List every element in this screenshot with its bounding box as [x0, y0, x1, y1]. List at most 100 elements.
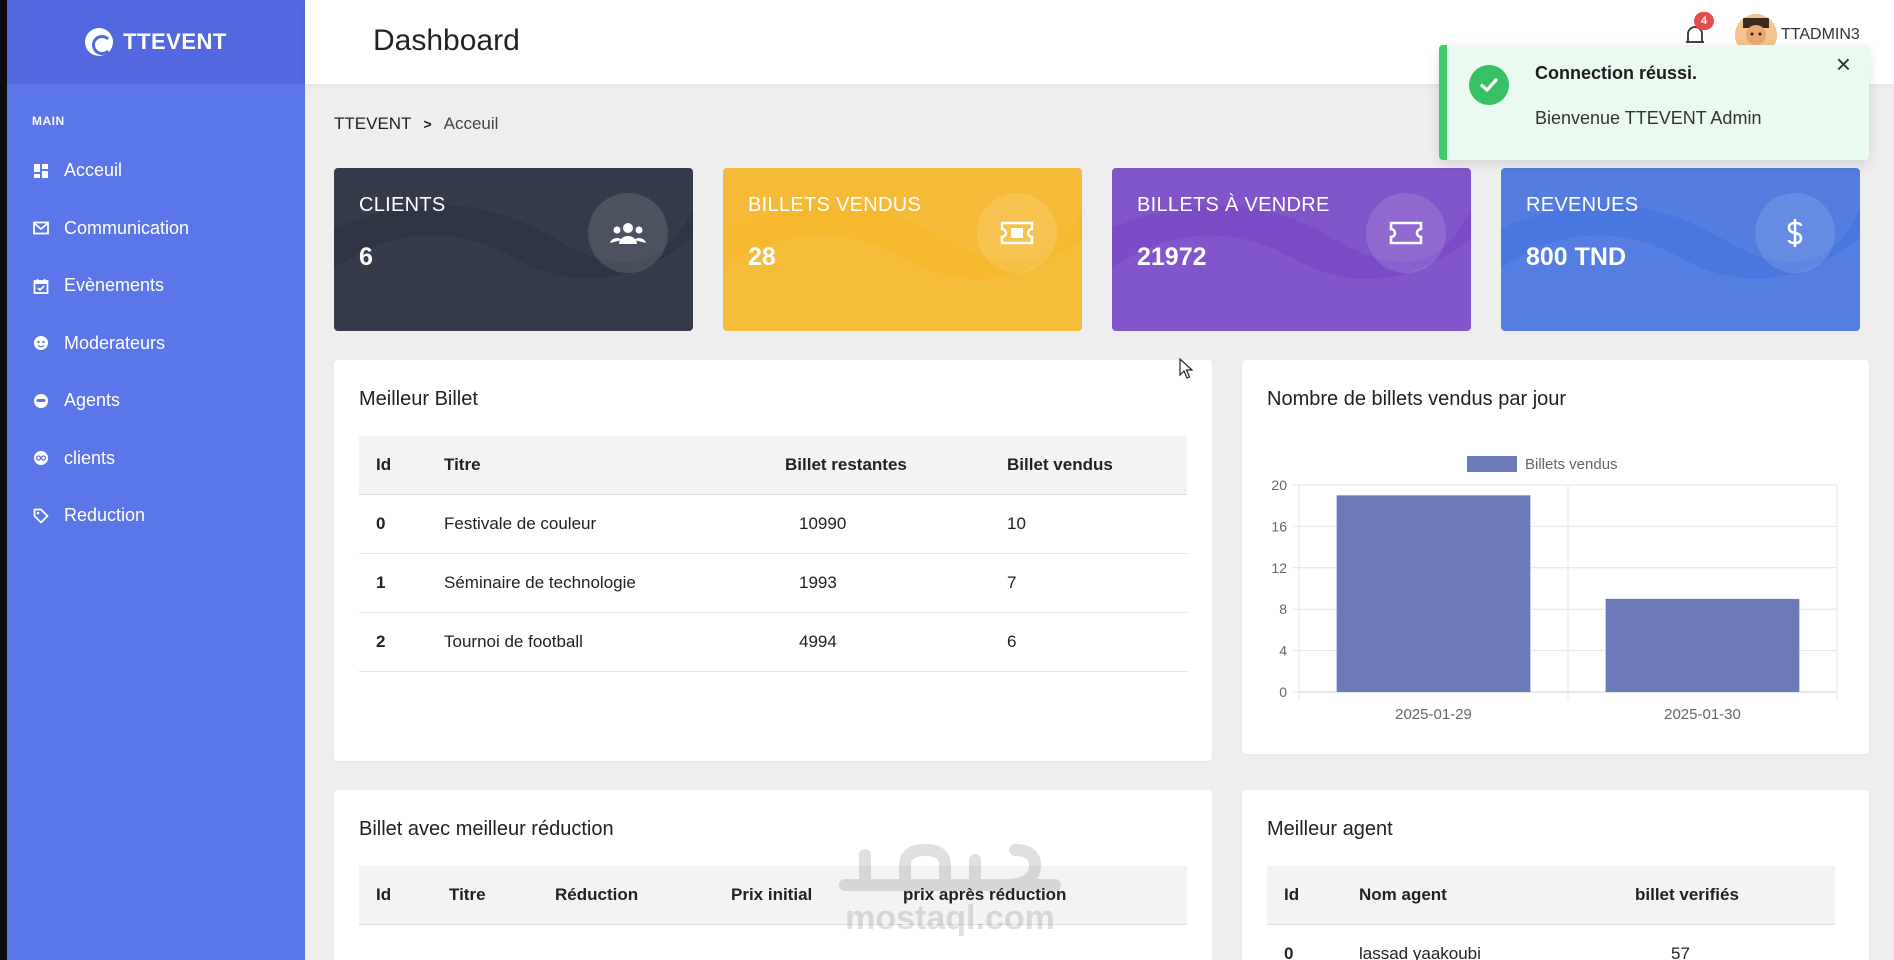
best-agent-table: Id Nom agent billet verifiés 0 lassad ya… [1267, 866, 1835, 960]
user-name[interactable]: TTADMIN3 [1781, 26, 1860, 44]
breadcrumb-current: Acceuil [443, 114, 499, 133]
y-tick-label: 4 [1279, 643, 1287, 659]
column-header[interactable]: Titre [449, 866, 555, 925]
stat-value: 6 [359, 243, 373, 271]
stat-card-billets-a-vendre[interactable]: BILLETS À VENDRE 21972 [1112, 168, 1471, 331]
panel-sales-chart: Nombre de billets vendus par jour 0 4 8 12 1… [1242, 360, 1869, 754]
column-header[interactable]: Id [359, 436, 444, 495]
users-icon [588, 193, 668, 273]
sidebar-item-label: Agents [64, 390, 121, 411]
stat-value: 800 TND [1526, 243, 1627, 271]
table-row[interactable]: 1 Séminaire de technologie 1993 7 [359, 553, 1187, 613]
calendar-icon [32, 277, 50, 295]
brand-logo-icon [85, 28, 114, 56]
agent-icon [32, 392, 50, 410]
close-icon[interactable]: × [1836, 49, 1851, 80]
sidebar-item-moderateurs[interactable]: Moderateurs [7, 315, 305, 373]
sidebar-item-acceuil[interactable]: Acceuil [7, 142, 305, 200]
panel-best-agent: Meilleur agent Id Nom agent billet verif… [1242, 790, 1869, 960]
dollar-icon [1755, 193, 1835, 273]
cell-id: 1 [359, 553, 444, 613]
page-title: Dashboard [373, 24, 520, 57]
cell-verified: 57 [1635, 924, 1835, 960]
cell-id: 0 [359, 494, 444, 554]
y-tick-label: 8 [1279, 601, 1287, 617]
x-tick-label: 2025-01-29 [1395, 706, 1472, 723]
stat-card-billets-vendus[interactable]: BILLETS VENDUS 28 [723, 168, 1082, 331]
x-tick-label: 2025-01-30 [1664, 706, 1741, 723]
mouse-cursor-icon [1179, 358, 1193, 379]
table-row[interactable]: 0 Festivale de couleur 10990 10 [359, 494, 1187, 554]
legend-swatch [1467, 456, 1517, 472]
sidebar-item-label: Acceuil [64, 160, 123, 181]
column-header[interactable]: Réduction [555, 866, 731, 925]
sidebar-item-evenements[interactable]: Evènements [7, 257, 305, 315]
client-icon [32, 449, 50, 467]
stat-card-revenues[interactable]: REVENUES 800 TND [1501, 168, 1860, 331]
cell-remaining: 10990 [785, 494, 1007, 554]
brand-name: TTEVENT [123, 29, 227, 54]
toast-title: Connection réussi. [1535, 63, 1698, 83]
app-window: TTEVENT MAIN Acceuil Communication Evène… [7, 0, 1894, 960]
dashboard-icon [32, 162, 50, 180]
sidebar-item-communication[interactable]: Communication [7, 200, 305, 258]
cell-sold: 6 [1007, 612, 1187, 672]
stat-label: CLIENTS [359, 194, 446, 216]
column-header[interactable]: prix après réduction [903, 866, 1187, 925]
sales-bar-chart: 0 4 8 12 16 20 2025-01-29 2025-01-30 Billets ven… [1271, 456, 1838, 723]
sidebar-item-label: Moderateurs [64, 332, 166, 353]
table-row[interactable]: 0 lassad yaakoubi 57 [1267, 924, 1835, 960]
cell-agent-name: lassad yaakoubi [1359, 924, 1635, 960]
toast-message: Bienvenue TTEVENT Admin [1535, 108, 1762, 128]
tag-icon [32, 507, 50, 525]
cell-title: Festivale de couleur [444, 494, 785, 554]
chevron-right-icon: > [423, 116, 432, 132]
stat-value: 28 [748, 243, 776, 271]
panel-title: Billet avec meilleur réduction [359, 818, 614, 840]
ticket-icon [977, 193, 1057, 273]
column-header[interactable]: Nom agent [1359, 866, 1635, 925]
table-header-row: Id Titre Réduction Prix initial prix apr… [359, 866, 1187, 925]
sidebar-item-label: Reduction [64, 505, 146, 526]
best-reduction-table: Id Titre Réduction Prix initial prix apr… [359, 866, 1187, 925]
stat-label: BILLETS VENDUS [748, 194, 922, 216]
stat-card-clients[interactable]: CLIENTS 6 [334, 168, 693, 331]
cell-remaining: 4994 [785, 612, 1007, 672]
column-header[interactable]: Id [1267, 866, 1359, 925]
sidebar-item-clients[interactable]: clients [7, 430, 305, 488]
success-toast: Connection réussi. Bienvenue TTEVENT Adm… [1439, 45, 1869, 160]
sidebar-item-label: Evènements [64, 275, 165, 296]
breadcrumb-root[interactable]: TTEVENT [334, 114, 411, 134]
y-tick-label: 0 [1279, 684, 1287, 700]
cell-title: Séminaire de technologie [444, 553, 785, 613]
bar [1605, 598, 1800, 692]
legend-label: Billets vendus [1525, 456, 1618, 473]
y-tick-label: 16 [1271, 518, 1287, 534]
y-tick-label: 12 [1271, 560, 1287, 576]
cell-id: 2 [359, 612, 444, 672]
sidebar: TTEVENT MAIN Acceuil Communication Evène… [7, 0, 305, 960]
sidebar-item-label: Communication [64, 217, 190, 238]
table-header-row: Id Nom agent billet verifiés [1267, 866, 1835, 925]
column-header[interactable]: billet verifiés [1635, 866, 1835, 925]
stat-label: REVENUES [1526, 194, 1639, 216]
sidebar-item-reduction[interactable]: Reduction [7, 487, 305, 545]
face-icon [32, 334, 50, 352]
column-header[interactable]: Billet vendus [1007, 436, 1187, 495]
sidebar-item-agents[interactable]: Agents [7, 372, 305, 430]
check-circle-icon [1469, 65, 1509, 105]
brand[interactable]: TTEVENT [7, 0, 305, 84]
panel-title: Meilleur agent [1267, 818, 1393, 840]
table-row[interactable]: 2 Tournoi de football 4994 6 [359, 612, 1187, 672]
cell-id: 0 [1267, 924, 1359, 960]
panel-best-ticket: Meilleur Billet Id Titre Billet restante… [334, 360, 1212, 761]
column-header[interactable]: Billet restantes [785, 436, 1007, 495]
sidebar-item-label: clients [64, 447, 116, 468]
cell-title: Tournoi de football [444, 612, 785, 672]
column-header[interactable]: Prix initial [731, 866, 903, 925]
column-header[interactable]: Titre [444, 436, 785, 495]
cell-sold: 7 [1007, 553, 1187, 613]
column-header[interactable]: Id [359, 866, 449, 925]
stat-label: BILLETS À VENDRE [1137, 194, 1330, 216]
bar [1336, 495, 1531, 692]
